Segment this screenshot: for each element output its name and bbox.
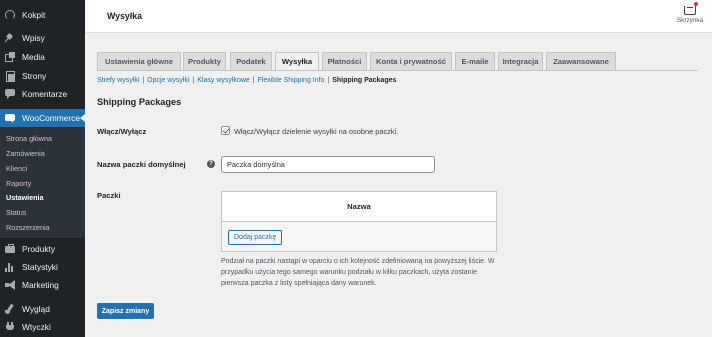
section-title: Shipping Packages bbox=[97, 97, 182, 107]
submenu-item-extensions[interactable]: Rozszerzenia bbox=[6, 223, 50, 232]
tab-payments[interactable]: Płatności bbox=[322, 52, 367, 70]
sidebar-item-pages[interactable]: Strony bbox=[0, 67, 85, 84]
submenu-item-reports[interactable]: Raporty bbox=[6, 179, 31, 188]
subnav-separator: | bbox=[252, 77, 255, 84]
tab-advanced[interactable]: Zaawansowane bbox=[546, 52, 616, 70]
sidebar-item-posts[interactable]: Wpisy bbox=[0, 29, 85, 46]
add-package-button[interactable]: Dodaj paczkę bbox=[228, 230, 283, 245]
subnav-current-shipping-packages: Shipping Packages bbox=[332, 77, 397, 84]
packages-table-footer: Dodaj paczkę bbox=[222, 222, 496, 251]
subnav-link-flexible-shipping-info[interactable]: Flexible Shipping Info bbox=[258, 77, 325, 84]
submenu-item-status[interactable]: Status bbox=[6, 208, 26, 217]
plugin-icon bbox=[5, 321, 15, 332]
sidebar-item-label: Marketing bbox=[22, 279, 59, 290]
sidebar-item-label: Statystyki bbox=[22, 261, 58, 272]
media-icon bbox=[5, 51, 15, 62]
tab-divider bbox=[97, 70, 697, 71]
inbox-icon bbox=[684, 2, 698, 15]
default-package-name-input[interactable] bbox=[221, 156, 435, 173]
save-changes-button[interactable]: Zapisz zmiany bbox=[97, 303, 154, 319]
sidebar-item-label: Produkty bbox=[22, 243, 56, 254]
shipping-subnav: Strefy wysyłki | Opcje wysyłki | Klasy w… bbox=[97, 77, 396, 84]
sidebar-item-label: Wygląd bbox=[22, 303, 50, 314]
sidebar-item-marketing[interactable]: Marketing bbox=[0, 276, 85, 293]
submenu-item-orders[interactable]: Zamówienia bbox=[6, 149, 45, 158]
pin-icon bbox=[5, 33, 15, 43]
sidebar-item-appearance[interactable]: Wygląd bbox=[0, 300, 85, 317]
submenu-item-settings[interactable]: Ustawienia bbox=[6, 193, 44, 202]
tab-general[interactable]: Ustawienia główne bbox=[97, 52, 181, 70]
subnav-separator: | bbox=[192, 77, 195, 84]
comments-icon bbox=[5, 88, 15, 99]
subnav-link-shipping-options[interactable]: Opcje wysyłki bbox=[147, 77, 189, 84]
pages-icon bbox=[5, 70, 15, 82]
sidebar-item-label: WooCommerce bbox=[22, 113, 81, 123]
submenu-item-home[interactable]: Strona główna bbox=[6, 134, 52, 143]
tab-shipping[interactable]: Wysyłka bbox=[275, 52, 319, 71]
sidebar-item-label: Kokpit bbox=[22, 9, 46, 20]
products-icon bbox=[5, 243, 15, 254]
packages-column-header: Nazwa bbox=[222, 192, 496, 222]
notification-dot bbox=[694, 2, 698, 6]
sidebar-item-comments[interactable]: Komentarze bbox=[0, 85, 85, 102]
tab-tax[interactable]: Podatek bbox=[230, 52, 272, 70]
packages-description: Podział na paczki nastąpi w oparciu o ic… bbox=[221, 258, 495, 288]
tab-integration[interactable]: Integracja bbox=[498, 52, 543, 70]
tab-accounts-privacy[interactable]: Konta i prywatność bbox=[370, 52, 452, 70]
page-header: Wysyłka Skrzynka bbox=[85, 0, 712, 33]
sidebar-item-label: Strony bbox=[22, 70, 47, 81]
sidebar-item-label: Komentarze bbox=[22, 88, 68, 99]
submenu-item-customers[interactable]: Klienci bbox=[6, 164, 27, 173]
tab-products[interactable]: Produkty bbox=[183, 52, 226, 70]
enable-checkbox-label[interactable]: Włącz/Wyłącz dzielenie wysyłki na osobne… bbox=[234, 127, 398, 136]
inbox-button[interactable]: Skrzynka bbox=[674, 2, 706, 24]
page-title: Wysyłka bbox=[107, 11, 143, 21]
megaphone-icon bbox=[5, 279, 15, 290]
subnav-link-shipping-zones[interactable]: Strefy wysyłki bbox=[97, 77, 139, 84]
woocommerce-icon bbox=[5, 113, 15, 123]
sidebar-item-media[interactable]: Media bbox=[0, 48, 85, 65]
sidebar-item-dashboard[interactable]: Kokpit bbox=[0, 6, 85, 23]
sidebar-item-products[interactable]: Produkty bbox=[0, 240, 85, 257]
enable-checkbox[interactable] bbox=[221, 126, 230, 135]
sidebar-item-woocommerce[interactable]: WooCommerce bbox=[0, 109, 85, 127]
subnav-link-shipping-classes[interactable]: Klasy wysyłkowe bbox=[197, 77, 250, 84]
sidebar-item-plugins[interactable]: Wtyczki bbox=[0, 318, 85, 335]
sidebar-item-label: Wpisy bbox=[22, 32, 45, 43]
default-package-name-label: Nazwa paczki domyślnej bbox=[97, 160, 186, 169]
subnav-separator: | bbox=[327, 77, 330, 84]
sidebar-item-label: Wtyczki bbox=[22, 321, 51, 332]
inbox-label: Skrzynka bbox=[676, 17, 704, 24]
sidebar-item-stats[interactable]: Statystyki bbox=[0, 258, 85, 275]
woocommerce-submenu: Strona główna Zamówienia Klienci Raporty… bbox=[0, 127, 85, 238]
tab-emails[interactable]: E-maile bbox=[455, 52, 495, 70]
stats-icon bbox=[5, 262, 15, 272]
help-tip-icon[interactable]: ? bbox=[207, 160, 215, 168]
admin-sidebar: Kokpit Wpisy Media Strony Komentarze Woo… bbox=[0, 0, 85, 337]
dashboard-icon bbox=[5, 9, 15, 20]
packages-table: Nazwa Dodaj paczkę bbox=[221, 191, 497, 252]
sidebar-item-label: Media bbox=[22, 51, 45, 62]
packages-label: Paczki bbox=[97, 191, 121, 200]
enable-label: Włącz/Wyłącz bbox=[97, 127, 147, 136]
subnav-separator: | bbox=[142, 77, 145, 84]
brush-icon bbox=[5, 304, 15, 314]
